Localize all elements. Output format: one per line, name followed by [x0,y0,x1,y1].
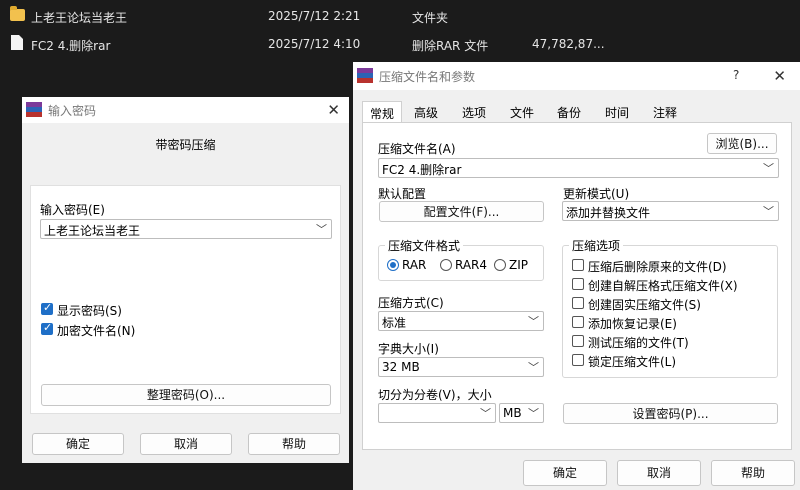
close-icon[interactable]: ✕ [773,67,786,85]
file-type: 文件夹 [412,11,449,25]
dictionary-label: 字典大小(I) [378,342,439,356]
ok-button[interactable]: 确定 [32,433,124,455]
file-type: 删除RAR 文件 [412,39,489,53]
format-rar4-label: RAR4 [455,258,488,272]
archive-dialog-title: 压缩文件名和参数 [379,70,476,84]
browse-button[interactable]: 浏览(B)... [707,133,777,154]
password-label: 输入密码(E) [40,203,105,217]
sfx-label: 创建自解压格式压缩文件(X) [588,279,738,293]
tab-advanced[interactable]: 高级 [406,101,446,123]
encrypt-names-label: 加密文件名(N) [57,324,136,338]
file-name: FC2 4.删除rar [31,39,111,53]
method-value: 标准 [382,316,407,330]
split-size-input[interactable]: ﹀ [378,403,496,423]
chevron-down-icon[interactable]: ﹀ [763,203,774,219]
show-password-label: 显示密码(S) [57,304,122,318]
format-group-label: 压缩文件格式 [385,237,464,254]
archive-name-input[interactable]: FC2 4.删除rar ﹀ [378,158,779,178]
lock-label: 锁定压缩文件(L) [588,355,677,369]
split-label: 切分为分卷(V)，大小 [378,388,492,402]
folder-icon [10,6,25,21]
update-mode-label: 更新模式(U) [563,187,630,201]
sfx-checkbox[interactable] [572,278,584,290]
tab-files[interactable]: 文件 [502,101,542,123]
method-label: 压缩方式(C) [378,296,444,310]
file-date: 2025/7/12 2:21 [268,9,361,23]
delete-after-checkbox[interactable] [572,259,584,271]
chevron-down-icon[interactable]: ﹀ [316,221,327,237]
format-rar-label: RAR [402,258,427,272]
password-dialog-titlebar: 输入密码 ✕ [22,97,349,123]
recovery-label: 添加恢复记录(E) [588,317,677,331]
format-rar4-radio[interactable] [440,259,452,271]
winrar-icon [357,68,373,84]
password-input[interactable]: 上老王论坛当老王 ﹀ [40,219,332,239]
file-date: 2025/7/12 4:10 [268,37,361,51]
test-checkbox[interactable] [572,335,584,347]
chevron-down-icon[interactable]: ﹀ [763,160,774,176]
dictionary-select[interactable]: 32 MB ﹀ [378,357,544,377]
method-select[interactable]: 标准 ﹀ [378,311,544,331]
solid-checkbox[interactable] [572,297,584,309]
winrar-icon [26,102,42,118]
chevron-down-icon[interactable]: ﹀ [528,359,539,375]
cancel-button[interactable]: 取消 [617,460,701,486]
tab-comment[interactable]: 注释 [645,101,685,123]
archive-dialog-titlebar: 压缩文件名和参数 ? ✕ [353,62,800,90]
password-dialog: 输入密码 ✕ 带密码压缩 输入密码(E) 上老王论坛当老王 ﹀ 显示密码(S) … [22,97,349,463]
dictionary-value: 32 MB [382,360,420,374]
split-unit-value: MB [503,406,522,420]
solid-label: 创建固实压缩文件(S) [588,298,701,312]
update-mode-value: 添加并替换文件 [566,206,651,220]
chevron-down-icon[interactable]: ﹀ [528,313,539,329]
password-panel: 输入密码(E) 上老王论坛当老王 ﹀ 显示密码(S) 加密文件名(N) 整理密码… [30,185,341,414]
format-zip-radio[interactable] [494,259,506,271]
split-unit-select[interactable]: MB ﹀ [499,403,544,423]
file-size: 47,782,87... [532,37,605,51]
update-mode-select[interactable]: 添加并替换文件 ﹀ [562,201,779,221]
help-button[interactable]: 帮助 [248,433,340,455]
format-rar-radio[interactable] [387,259,399,271]
explorer-row-file[interactable]: FC2 4.删除rar 2025/7/12 4:10 删除RAR 文件 47,7… [0,30,800,58]
set-password-button[interactable]: 设置密码(P)... [563,403,778,424]
encrypt-names-checkbox[interactable] [41,321,53,335]
delete-after-label: 压缩后删除原来的文件(D) [588,260,727,274]
options-group-label: 压缩选项 [569,237,624,254]
password-heading: 带密码压缩 [155,138,216,152]
lock-checkbox[interactable] [572,354,584,366]
file-icon [11,35,23,50]
help-mark-button[interactable]: ? [733,68,739,82]
chevron-down-icon[interactable]: ﹀ [528,405,539,421]
password-dialog-title: 输入密码 [48,104,97,118]
close-icon[interactable]: ✕ [327,101,340,119]
show-password-checkbox[interactable] [41,301,53,315]
default-profile-label: 默认配置 [378,187,427,201]
help-button[interactable]: 帮助 [711,460,795,486]
tab-options[interactable]: 选项 [454,101,494,123]
archive-name-label: 压缩文件名(A) [378,142,456,156]
test-label: 测试压缩的文件(T) [588,336,689,350]
format-zip-label: ZIP [509,258,528,272]
cancel-button[interactable]: 取消 [140,433,232,455]
file-name: 上老王论坛当老王 [31,11,128,25]
explorer-row-folder[interactable]: 上老王论坛当老王 2025/7/12 2:21 文件夹 [0,2,800,30]
tab-time[interactable]: 时间 [597,101,637,123]
recovery-checkbox[interactable] [572,316,584,328]
password-value: 上老王论坛当老王 [44,224,141,238]
organize-passwords-button[interactable]: 整理密码(O)... [41,384,331,406]
archive-name-value: FC2 4.删除rar [382,163,462,177]
tab-backup[interactable]: 备份 [549,101,589,123]
tab-general[interactable]: 常规 [362,101,402,123]
profiles-button[interactable]: 配置文件(F)... [379,201,544,222]
chevron-down-icon[interactable]: ﹀ [480,405,491,421]
ok-button[interactable]: 确定 [523,460,607,486]
